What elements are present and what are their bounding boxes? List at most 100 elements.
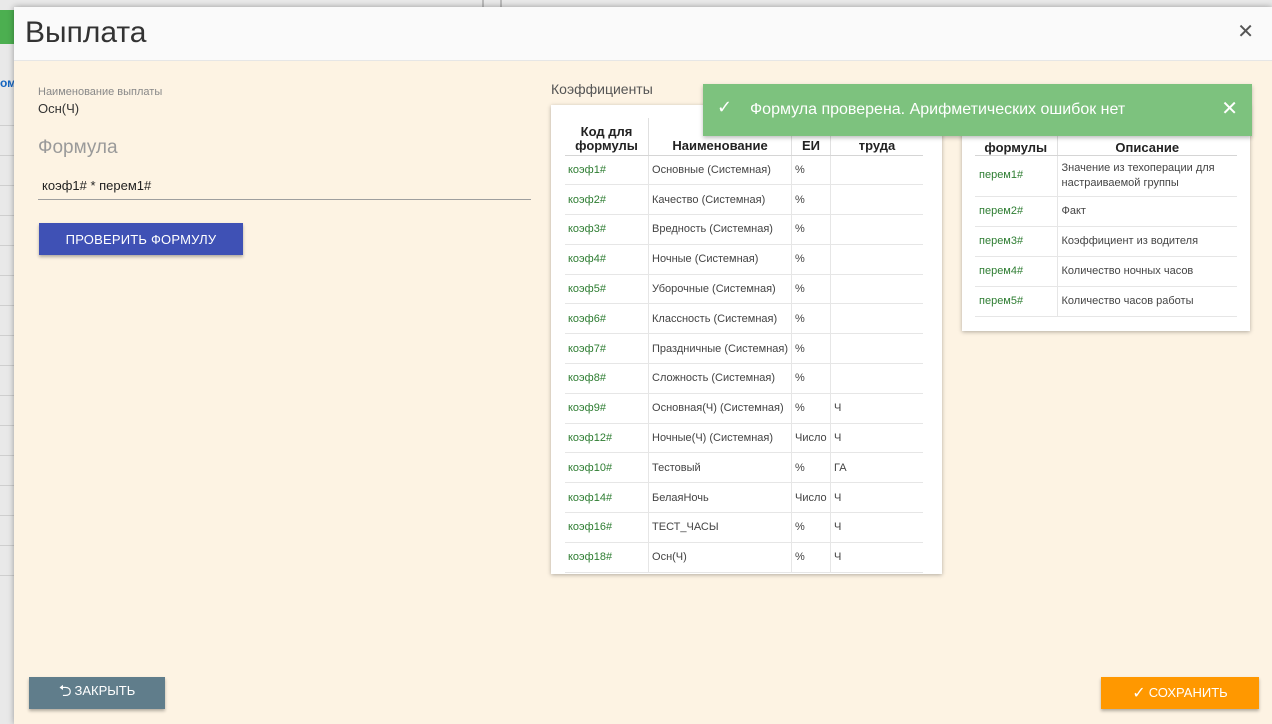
cell-name: Ночные(Ч) (Системная)	[648, 423, 793, 454]
cell-unit: %	[791, 155, 832, 186]
cell-labor	[830, 184, 923, 216]
cell-name: Праздничные (Системная)	[648, 333, 793, 365]
cell-labor	[830, 363, 923, 394]
table-row[interactable]: перем1# Значение из техоперации для настр…	[975, 155, 1237, 197]
table-row[interactable]: коэф10# Тестовый% ГА	[565, 452, 923, 484]
cell-labor: Ч	[830, 423, 923, 454]
cell-code: коэф12#	[565, 423, 650, 454]
cell-labor: Ч	[830, 512, 923, 543]
table-row[interactable]: коэф8# Сложность (Системная)%	[565, 363, 923, 394]
cell-name: Ночные (Системная)	[648, 244, 793, 275]
cell-name: ТЕСТ_ЧАСЫ	[648, 512, 793, 543]
cell-labor	[830, 274, 923, 305]
cell-description: Факт	[1057, 196, 1237, 227]
cell-description: Коэффициент из водителя	[1057, 226, 1237, 257]
cell-unit: %	[791, 452, 832, 484]
cell-labor: ГА	[830, 452, 923, 484]
variables-body: перем1# Значение из техоперации для настр…	[975, 155, 1237, 317]
close-icon[interactable]: ✕	[1237, 22, 1254, 42]
table-row[interactable]: коэф7# Праздничные (Системная)%	[565, 333, 923, 365]
cell-description: Количество часов работы	[1057, 286, 1237, 317]
cell-code: коэф8#	[565, 363, 650, 394]
cell-code: коэф4#	[565, 244, 650, 275]
cell-name: Основные (Системная)	[648, 155, 793, 186]
formula-input[interactable]	[38, 172, 531, 200]
coefficients-title: Коэффициенты	[551, 81, 653, 97]
cell-code: перем5#	[975, 286, 1058, 317]
cell-code: перем4#	[975, 256, 1058, 287]
coefficients-table: Код для формулы Наименование ЕИ труда ко…	[565, 118, 923, 573]
table-row[interactable]: коэф2# Качество (Системная)%	[565, 184, 923, 216]
cell-unit: %	[791, 363, 832, 394]
table-row[interactable]: коэф3# Вредность (Системная)%	[565, 214, 923, 245]
cell-labor: Ч	[830, 542, 923, 573]
toast-message: Формула проверена. Арифметических ошибок…	[750, 101, 1126, 118]
background-green-tab	[0, 10, 14, 44]
cell-unit: %	[791, 274, 832, 305]
cell-labor: Ч	[830, 393, 923, 424]
table-row[interactable]: коэф6# Классность (Системная)%	[565, 303, 923, 335]
cell-labor	[830, 214, 923, 245]
table-row[interactable]: коэф14# БелаяНочь Число Ч	[565, 482, 923, 514]
cell-name: Сложность (Системная)	[648, 363, 793, 394]
cell-name: Вредность (Системная)	[648, 214, 793, 245]
toast-close-icon[interactable]: ✕	[1221, 96, 1238, 121]
coefficients-body: коэф1# Основные (Системная)% коэф2# Качеств…	[565, 155, 923, 573]
cell-code: коэф2#	[565, 184, 650, 216]
success-toast: ✓ Формула проверена. Арифметических ошиб…	[703, 84, 1252, 136]
payment-name-value: Осн(Ч)	[38, 101, 80, 116]
payment-name-caption: Наименование выплаты	[38, 86, 163, 98]
cell-code: коэф5#	[565, 274, 650, 305]
cell-name: Осн(Ч)	[648, 542, 793, 573]
cell-code: перем2#	[975, 196, 1058, 227]
cell-code: перем1#	[975, 155, 1058, 197]
cell-unit: %	[791, 542, 832, 573]
cell-code: коэф14#	[565, 482, 650, 514]
cell-name: Качество (Системная)	[648, 184, 793, 216]
cell-unit: %	[791, 333, 832, 365]
table-row[interactable]: перем2# Факт	[975, 196, 1237, 227]
dialog-header: Выплата ✕	[14, 7, 1272, 61]
table-row[interactable]: коэф9# Основная(Ч) (Системная)% Ч	[565, 393, 923, 424]
cell-unit: Число	[791, 482, 832, 514]
table-row[interactable]: перем5# Количество часов работы	[975, 286, 1237, 317]
variables-card[interactable]: формулы Описание перем1# Значение из техо…	[962, 105, 1250, 331]
coefficients-card[interactable]: Код для формулы Наименование ЕИ труда ко…	[551, 105, 942, 574]
cell-labor	[830, 303, 923, 335]
cell-unit: %	[791, 244, 832, 275]
table-row[interactable]: коэф16# ТЕСТ_ЧАСЫ% Ч	[565, 512, 923, 543]
cell-code: коэф3#	[565, 214, 650, 245]
cell-code: коэф7#	[565, 333, 650, 365]
background-rows	[0, 96, 14, 576]
cell-description: Значение из техоперации для настраиваемо…	[1057, 155, 1237, 197]
cell-name: Уборочные (Системная)	[648, 274, 793, 305]
cell-code: коэф16#	[565, 512, 650, 543]
cell-name: БелаяНочь	[648, 482, 793, 514]
close-button-label: ЗАКРЫТЬ	[74, 682, 136, 698]
cell-code: перем3#	[975, 226, 1058, 257]
cell-unit: %	[791, 303, 832, 335]
table-row[interactable]: коэф12# Ночные(Ч) (Системная) Число Ч	[565, 423, 923, 454]
table-row[interactable]: перем4# Количество ночных часов	[975, 256, 1237, 287]
cell-unit: %	[791, 184, 832, 216]
cell-unit: %	[791, 512, 832, 543]
table-row[interactable]: коэф18# Осн(Ч)% Ч	[565, 542, 923, 573]
cell-code: коэф6#	[565, 303, 650, 335]
table-row[interactable]: коэф1# Основные (Системная)%	[565, 155, 923, 186]
save-button[interactable]: ✓ СОХРАНИТЬ	[1101, 677, 1259, 709]
column-header-code[interactable]: Код для формулы	[565, 118, 650, 156]
cell-name: Тестовый	[648, 452, 793, 484]
cell-unit: %	[791, 393, 832, 424]
close-button[interactable]: ⮌ ЗАКРЫТЬ	[29, 677, 165, 709]
background-link: ом	[0, 76, 14, 90]
cell-labor: Ч	[830, 482, 923, 514]
cell-name: Основная(Ч) (Системная)	[648, 393, 793, 424]
table-row[interactable]: перем3# Коэффициент из водителя	[975, 226, 1237, 257]
table-row[interactable]: коэф4# Ночные (Системная)%	[565, 244, 923, 275]
undo-icon: ⮌	[58, 682, 72, 700]
cell-code: коэф9#	[565, 393, 650, 424]
table-row[interactable]: коэф5# Уборочные (Системная)%	[565, 274, 923, 305]
cell-name: Классность (Системная)	[648, 303, 793, 335]
cell-labor	[830, 333, 923, 365]
check-formula-button[interactable]: ПРОВЕРИТЬ ФОРМУЛУ	[39, 223, 243, 255]
